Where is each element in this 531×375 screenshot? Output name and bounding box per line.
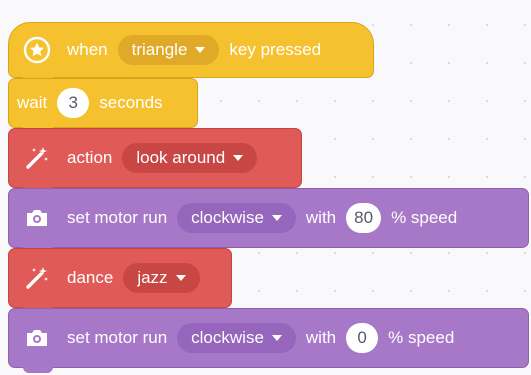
action-block[interactable]: action look around bbox=[8, 128, 302, 193]
block-text-speed: % speed bbox=[391, 208, 458, 227]
direction-dropdown-value: clockwise bbox=[191, 208, 264, 227]
magic-wand-icon bbox=[23, 144, 51, 172]
action-dropdown[interactable]: look around bbox=[122, 143, 258, 173]
when-key-pressed-block[interactable]: when triangle key pressed bbox=[8, 22, 374, 83]
direction-dropdown-value: clockwise bbox=[191, 328, 264, 347]
direction-dropdown[interactable]: clockwise bbox=[177, 323, 296, 353]
block-text-action: action bbox=[67, 148, 113, 167]
block-text-key-pressed: key pressed bbox=[229, 40, 322, 59]
dance-dropdown[interactable]: jazz bbox=[123, 263, 200, 293]
key-dropdown-value: triangle bbox=[131, 40, 188, 59]
star-circle-icon bbox=[23, 36, 51, 64]
block-text-set-motor-run: set motor run bbox=[67, 328, 168, 347]
block-text-with: with bbox=[305, 208, 337, 227]
speed-input[interactable]: 0 bbox=[346, 323, 379, 353]
chevron-down-icon bbox=[271, 215, 282, 221]
speed-input[interactable]: 80 bbox=[346, 203, 382, 233]
block-text-seconds: seconds bbox=[99, 93, 163, 112]
camera-icon bbox=[23, 204, 51, 232]
block-text-wait: wait bbox=[17, 93, 48, 112]
block-text-set-motor-run: set motor run bbox=[67, 208, 168, 227]
direction-dropdown[interactable]: clockwise bbox=[177, 203, 296, 233]
key-dropdown[interactable]: triangle bbox=[117, 35, 220, 65]
action-dropdown-value: look around bbox=[136, 148, 226, 167]
magic-wand-icon bbox=[23, 264, 51, 292]
block-text-when: when bbox=[67, 40, 108, 59]
set-motor-run-block[interactable]: set motor run clockwise with 0 % speed bbox=[8, 308, 529, 373]
wait-seconds-block[interactable]: wait 3 seconds bbox=[8, 78, 198, 133]
block-text-with: with bbox=[305, 328, 337, 347]
camera-icon bbox=[23, 324, 51, 352]
dance-block[interactable]: dance jazz bbox=[8, 248, 232, 313]
block-text-dance: dance bbox=[67, 268, 114, 287]
wait-seconds-input[interactable]: 3 bbox=[57, 88, 90, 118]
dance-dropdown-value: jazz bbox=[137, 268, 168, 287]
chevron-down-icon bbox=[233, 155, 244, 161]
chevron-down-icon bbox=[195, 47, 206, 53]
chevron-down-icon bbox=[175, 275, 186, 281]
block-text-speed: % speed bbox=[388, 328, 455, 347]
chevron-down-icon bbox=[271, 335, 282, 341]
set-motor-run-block[interactable]: set motor run clockwise with 80 % speed bbox=[8, 188, 529, 253]
